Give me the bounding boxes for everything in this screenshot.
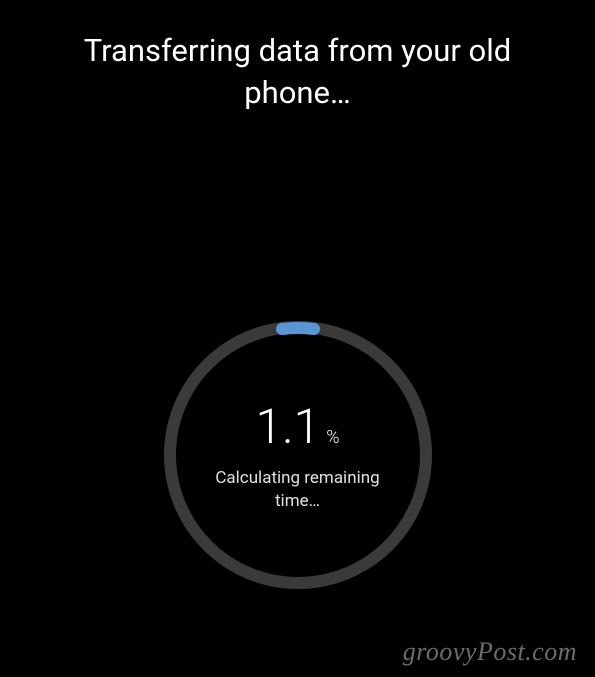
- progress-symbol: %: [326, 427, 339, 448]
- header: Transferring data from your old phone…: [0, 0, 595, 114]
- progress-status: Calculating remaining time…: [198, 467, 398, 513]
- progress-ring-container: 1.1 % Calculating remaining time…: [158, 315, 438, 595]
- page-title: Transferring data from your old phone…: [40, 30, 555, 114]
- progress-percent: 1.1 %: [255, 398, 339, 455]
- progress-value: 1.1: [255, 398, 320, 455]
- watermark: groovyPost.com: [403, 637, 577, 667]
- progress-content: 1.1 % Calculating remaining time…: [158, 315, 438, 595]
